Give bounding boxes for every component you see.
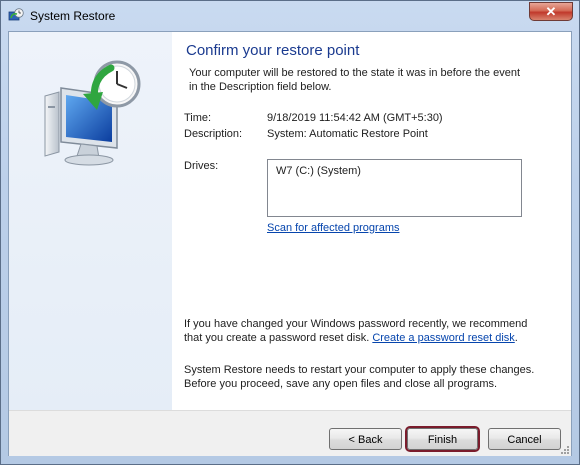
resize-grip-icon[interactable] — [559, 444, 569, 454]
wizard-button-bar: < Back Finish Cancel — [9, 410, 571, 456]
restart-note: System Restore needs to restart your com… — [184, 363, 554, 391]
password-note-text: that you create a password reset disk. — [184, 332, 370, 344]
restart-note-line: Before you proceed, save any open files … — [184, 378, 498, 390]
system-restore-icon — [8, 8, 24, 21]
page-title: Confirm your restore point — [186, 42, 360, 59]
back-button[interactable]: < Back — [329, 428, 402, 450]
time-value: 9/18/2019 11:54:42 AM (GMT+5:30) — [267, 112, 443, 124]
password-note-line: If you have changed your Windows passwor… — [184, 318, 528, 330]
time-label: Time: — [184, 112, 212, 124]
window-title: System Restore — [30, 9, 116, 23]
cancel-button[interactable]: Cancel — [488, 428, 561, 450]
wizard-side-panel — [9, 32, 172, 410]
password-note: If you have changed your Windows passwor… — [184, 317, 554, 345]
restart-note-line: System Restore needs to restart your com… — [184, 364, 535, 376]
description-label: Description: — [184, 128, 243, 140]
wizard-client-area: Confirm your restore point Your computer… — [8, 31, 572, 456]
create-password-reset-disk-link[interactable]: Create a password reset disk — [372, 332, 514, 344]
scan-affected-programs-link[interactable]: Scan for affected programs — [267, 222, 399, 234]
intro-text: Your computer will be restored to the st… — [189, 66, 549, 94]
restore-computer-clock-icon — [44, 60, 141, 166]
description-value: System: Automatic Restore Point — [267, 128, 428, 140]
system-restore-window: System Restore ✕ Confirm your restore po… — [0, 0, 580, 465]
close-button[interactable]: ✕ — [529, 2, 573, 21]
intro-line: in the Description field below. — [189, 81, 332, 93]
title-bar[interactable]: System Restore ✕ — [1, 1, 579, 31]
password-note-line: that you create a password reset disk. C… — [184, 331, 554, 345]
close-icon: ✕ — [545, 4, 557, 19]
drives-label: Drives: — [184, 160, 219, 172]
list-item[interactable]: W7 (C:) (System) — [276, 165, 361, 177]
intro-line: Your computer will be restored to the st… — [189, 67, 520, 79]
drives-list[interactable]: W7 (C:) (System) — [267, 159, 522, 217]
finish-button[interactable]: Finish — [407, 428, 478, 450]
password-note-period: . — [514, 332, 518, 344]
wizard-main-content: Confirm your restore point Your computer… — [184, 32, 569, 410]
